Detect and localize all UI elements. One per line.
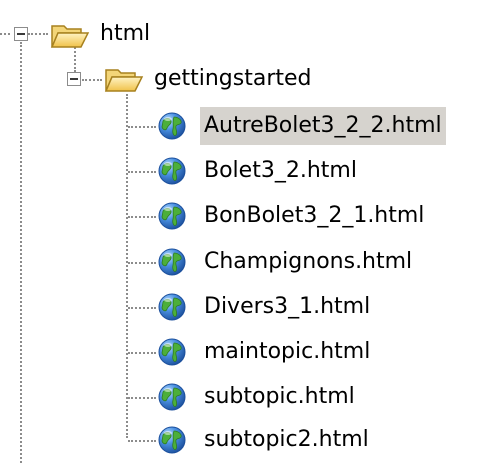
tree-connector <box>128 262 156 264</box>
tree-node-file[interactable]: AutreBolet3_2_2.html <box>200 107 446 145</box>
tree-node-gettingstarted[interactable]: gettingstarted <box>150 60 316 98</box>
tree-connector <box>128 397 156 399</box>
tree-connector <box>128 307 156 309</box>
tree-node-file[interactable]: Bolet3_2.html <box>200 152 361 190</box>
collapse-toggle-html[interactable] <box>14 27 28 41</box>
folder-open-icon <box>50 25 90 48</box>
tree-node-file[interactable]: Divers3_1.html <box>200 288 374 326</box>
tree-node-file[interactable]: subtopic2.html <box>200 421 373 459</box>
tree-connector <box>82 79 102 81</box>
tree-node-file[interactable]: maintopic.html <box>200 333 374 371</box>
tree-connector <box>20 42 22 463</box>
tree-node-html[interactable]: html <box>96 15 154 53</box>
tree-connector <box>0 33 10 35</box>
web-page-globe-icon <box>157 382 187 416</box>
tree-node-file[interactable]: Champignons.html <box>200 243 416 281</box>
tree-connector <box>128 126 156 128</box>
tree-node-file[interactable]: subtopic.html <box>200 378 359 416</box>
file-tree: html gettingstarted AutreBolet3_2_2.html… <box>0 0 494 463</box>
tree-connector <box>28 33 48 35</box>
tree-node-file[interactable]: BonBolet3_2_1.html <box>200 197 428 235</box>
tree-connector <box>128 352 156 354</box>
tree-connector <box>128 171 156 173</box>
web-page-globe-icon <box>157 292 187 326</box>
folder-open-icon <box>104 69 144 92</box>
tree-connector <box>126 94 128 438</box>
web-page-globe-icon <box>157 247 187 281</box>
web-page-globe-icon <box>157 156 187 190</box>
web-page-globe-icon <box>157 111 187 145</box>
tree-connector <box>128 440 156 442</box>
web-page-globe-icon <box>157 425 187 459</box>
web-page-globe-icon <box>157 337 187 371</box>
web-page-globe-icon <box>157 201 187 235</box>
collapse-toggle-gettingstarted[interactable] <box>67 72 81 86</box>
tree-connector <box>128 216 156 218</box>
